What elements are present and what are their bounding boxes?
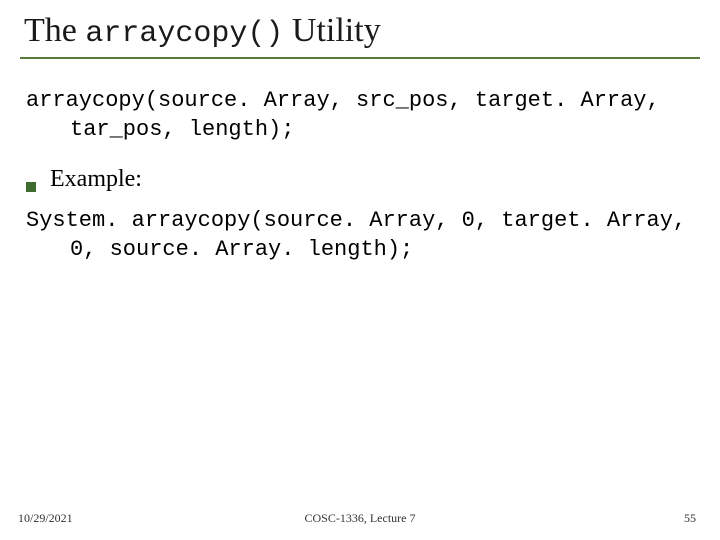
slide-container: The arraycopy() Utility arraycopy(source… [0, 0, 720, 540]
signature-line2: tar_pos, length); [26, 116, 690, 145]
footer-course: COSC-1336, Lecture 7 [305, 511, 416, 526]
title-suffix: Utility [283, 12, 380, 49]
slide-body: arraycopy(source. Array, src_pos, target… [20, 87, 700, 264]
example-line2: 0, source. Array. length); [26, 236, 690, 265]
bullet-row: Example: [26, 166, 690, 193]
footer-page: 55 [684, 511, 696, 526]
title-code: arraycopy() [85, 17, 283, 51]
signature-block: arraycopy(source. Array, src_pos, target… [26, 87, 690, 144]
slide-title: The arraycopy() Utility [24, 12, 700, 51]
example-block: System. arraycopy(source. Array, 0, targ… [26, 207, 690, 264]
bullet-label: Example: [50, 166, 142, 193]
title-underline: The arraycopy() Utility [20, 12, 700, 59]
footer-date: 10/29/2021 [18, 511, 73, 526]
signature-line1: arraycopy(source. Array, src_pos, target… [26, 88, 660, 113]
bullet-icon [26, 182, 36, 192]
example-line1: System. arraycopy(source. Array, 0, targ… [26, 208, 686, 233]
title-prefix: The [24, 12, 85, 49]
